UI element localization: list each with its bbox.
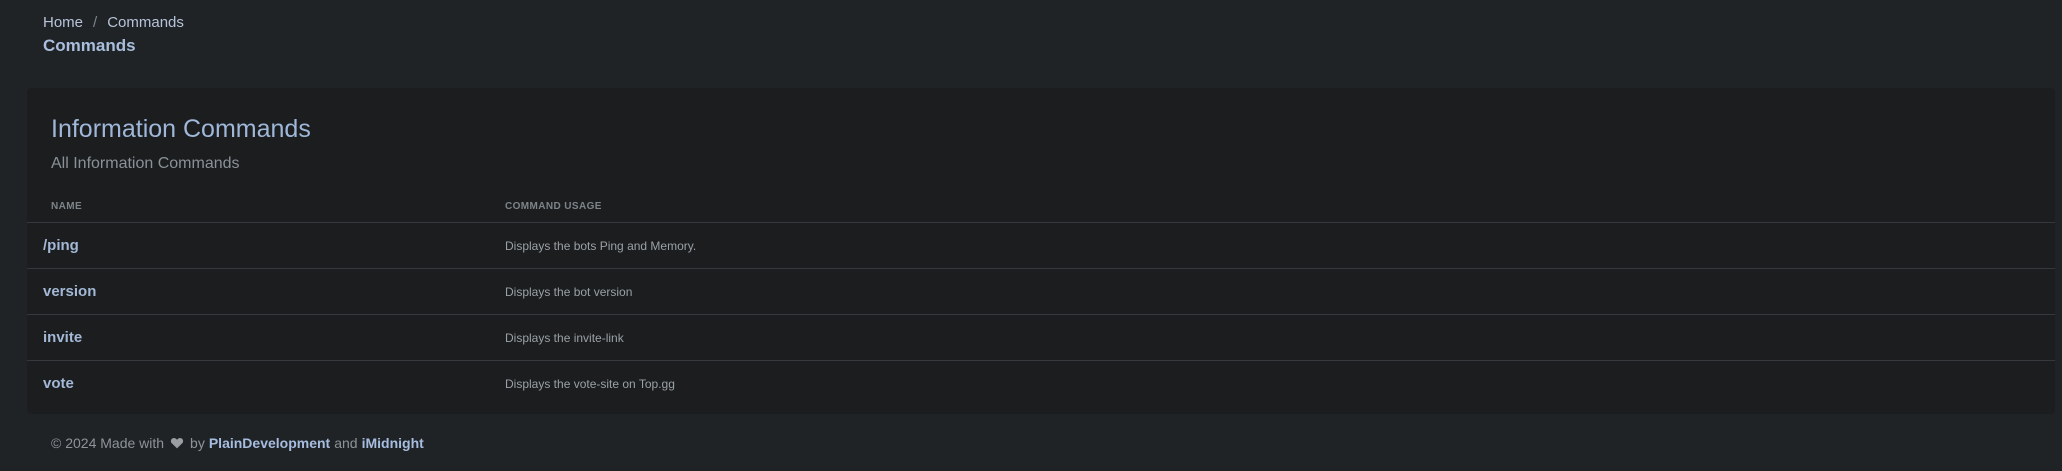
footer-author-imidnight[interactable]: iMidnight: [362, 435, 424, 451]
table-row: invite Displays the invite-link: [27, 315, 2055, 361]
command-usage: Displays the invite-link: [505, 331, 624, 345]
command-usage: Displays the bot version: [505, 285, 633, 299]
card-title: Information Commands: [51, 115, 311, 143]
commands-card: Information Commands All Information Com…: [27, 88, 2055, 414]
column-header-name: NAME: [51, 201, 83, 212]
footer-and: and: [334, 435, 358, 451]
heart-icon: [170, 437, 184, 449]
page: Home / Commands Commands Information Com…: [0, 0, 2062, 471]
column-header-usage: COMMAND USAGE: [505, 201, 602, 212]
breadcrumb: Home / Commands: [43, 14, 184, 32]
command-usage: Displays the bots Ping and Memory.: [505, 239, 697, 253]
commands-table-body: /ping Displays the bots Ping and Memory.…: [27, 223, 2055, 406]
table-row: /ping Displays the bots Ping and Memory.: [27, 223, 2055, 269]
command-name: /ping: [43, 237, 79, 254]
card-subtitle: All Information Commands: [51, 155, 240, 172]
table-header: NAME COMMAND USAGE: [27, 192, 2055, 223]
command-name: version: [43, 283, 97, 300]
footer-copyright: © 2024 Made with: [51, 435, 165, 451]
breadcrumb-separator: /: [93, 14, 98, 31]
page-title: Commands: [43, 36, 136, 55]
table-row: vote Displays the vote-site on Top.gg: [27, 361, 2055, 406]
table-row: version Displays the bot version: [27, 269, 2055, 315]
breadcrumb-current-link[interactable]: Commands: [107, 14, 184, 32]
command-name: vote: [43, 375, 74, 392]
footer-author-plaindevelopment[interactable]: PlainDevelopment: [209, 435, 330, 451]
footer: © 2024 Made with by PlainDevelopment and…: [51, 435, 424, 451]
breadcrumb-home-link[interactable]: Home: [43, 14, 83, 32]
footer-by: by: [190, 435, 205, 451]
command-usage: Displays the vote-site on Top.gg: [505, 377, 675, 391]
command-name: invite: [43, 329, 83, 346]
